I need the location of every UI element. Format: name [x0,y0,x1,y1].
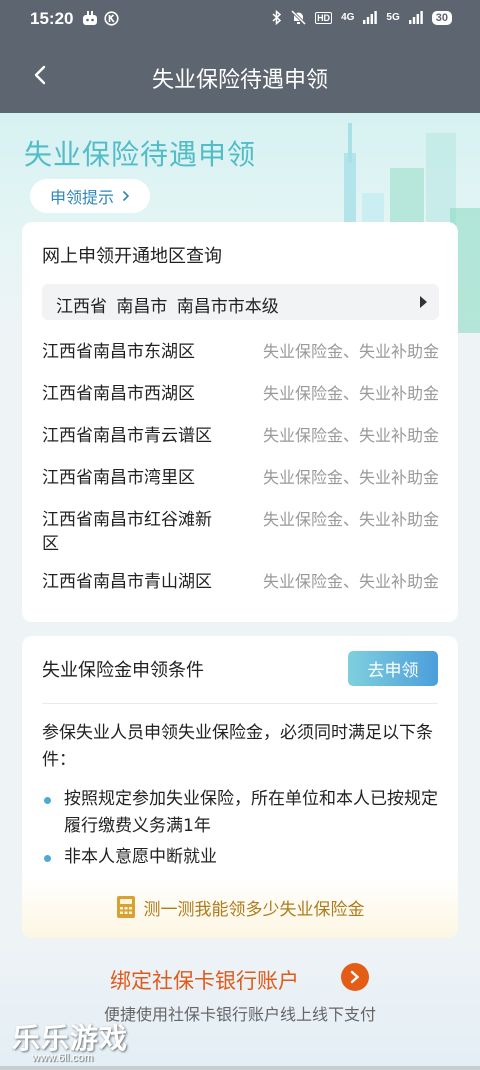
chevron-right-icon [350,970,360,984]
region-row: 江西省南昌市青云谱区 失业保险金、失业补助金 [42,424,439,452]
tips-label: 申领提示 [49,188,114,207]
region-area: 江西省南昌市青山湖区 [42,572,212,592]
mute-icon [291,10,307,25]
region-types: 失业保险金、失业补助金 [262,468,439,487]
k-badge-icon [104,11,119,26]
condition-text: 非本人意愿中断就业 [64,847,217,867]
region-row: 江西省南昌市东湖区 失业保险金、失业补助金 [42,340,439,368]
promo-go-button[interactable] [341,963,369,991]
signal-icon-2 [408,11,423,24]
region-area: 江西省南昌市西湖区 [42,384,195,404]
region-area: 江西省南昌市青云谱区 [42,426,212,446]
region-area: 江西省南昌市红谷滩新区 [42,510,212,554]
tips-button[interactable]: 申领提示 [30,179,150,213]
calculator-label: 测一测我能领多少失业保险金 [143,899,365,920]
bullet-dot [44,855,51,862]
region-types: 失业保险金、失业补助金 [262,384,439,403]
conditions-title: 失业保险金申领条件 [42,660,204,681]
watermark-url: www.6ll.com [32,1052,94,1064]
region-types: 失业保险金、失业补助金 [262,510,439,529]
region-query-title: 网上申领开通地区查询 [42,246,222,267]
status-time: 15:20 [30,9,74,28]
list-item: 非本人意愿中断就业 [42,844,442,871]
benefit-calculator-link[interactable]: 测一测我能领多少失业保险金 [22,876,458,938]
region-row: 江西省南昌市西湖区 失业保险金、失业补助金 [42,382,439,410]
calculator-icon [116,896,135,918]
region-selector[interactable]: 江西省 南昌市 南昌市市本级 [42,284,439,320]
status-bar: 15:20 HD 4G 5G 30 [0,0,480,38]
caret-right-icon [420,296,427,308]
divider [42,703,438,704]
bluetooth-icon [272,10,282,25]
region-list[interactable]: 江西省南昌市东湖区 失业保险金、失业补助金 江西省南昌市西湖区 失业保险金、失业… [42,340,439,606]
region-row: 江西省南昌市湾里区 失业保险金、失业补助金 [42,466,439,494]
list-item: 按照规定参加失业保险，所在单位和本人已按规定履行缴费义务满1年 [42,786,442,840]
region-selected-value: 江西省 南昌市 南昌市市本级 [56,297,279,317]
promo-title: 绑定社保卡银行账户 [110,969,299,993]
conditions-card: 失业保险金申领条件 去申领 参保失业人员申领失业保险金，必须同时满足以下条件： … [22,636,458,938]
region-row: 江西省南昌市青山湖区 失业保险金、失业补助金 [42,570,439,598]
region-types: 失业保险金、失业补助金 [262,342,439,361]
region-row: 江西省南昌市红谷滩新区 失业保险金、失业补助金 [42,508,439,556]
hd-indicator: HD [315,11,333,24]
top-bar: 15:20 HD 4G 5G 30 失业保险待遇申领 [0,0,480,113]
conditions-list: 按照规定参加失业保险，所在单位和本人已按规定履行缴费义务满1年 非本人意愿中断就… [42,786,442,875]
battery-indicator: 30 [431,10,452,25]
home-indicator [0,1066,480,1070]
app-icon [83,11,97,25]
network-5g: 5G [386,12,400,23]
hero-title: 失业保险待遇申领 [24,138,257,171]
network-4g: 4G [341,12,355,23]
nav-bar: 失业保险待遇申领 [0,38,480,113]
chevron-right-icon [122,190,130,202]
region-types: 失业保险金、失业补助金 [262,426,439,445]
condition-text: 按照规定参加失业保险，所在单位和本人已按规定履行缴费义务满1年 [64,789,438,836]
bullet-dot [44,797,51,804]
conditions-intro: 参保失业人员申领失业保险金，必须同时满足以下条件： [42,723,433,770]
signal-icon [363,11,378,24]
apply-button[interactable]: 去申领 [348,651,438,686]
page-title: 失业保险待遇申领 [151,68,328,93]
region-types: 失业保险金、失业补助金 [262,572,439,591]
region-query-card: 网上申领开通地区查询 江西省 南昌市 南昌市市本级 江西省南昌市东湖区 失业保险… [22,222,458,622]
watermark-logo: 乐乐游戏 [12,1022,129,1055]
status-right: HD 4G 5G 30 [272,10,452,25]
bind-bank-card-promo[interactable]: 绑定社保卡银行账户 便捷使用社保卡银行账户线上线下支付 乐乐游戏 www.6ll… [0,945,480,1070]
region-area: 江西省南昌市东湖区 [42,342,195,362]
region-area: 江西省南昌市湾里区 [42,468,195,488]
